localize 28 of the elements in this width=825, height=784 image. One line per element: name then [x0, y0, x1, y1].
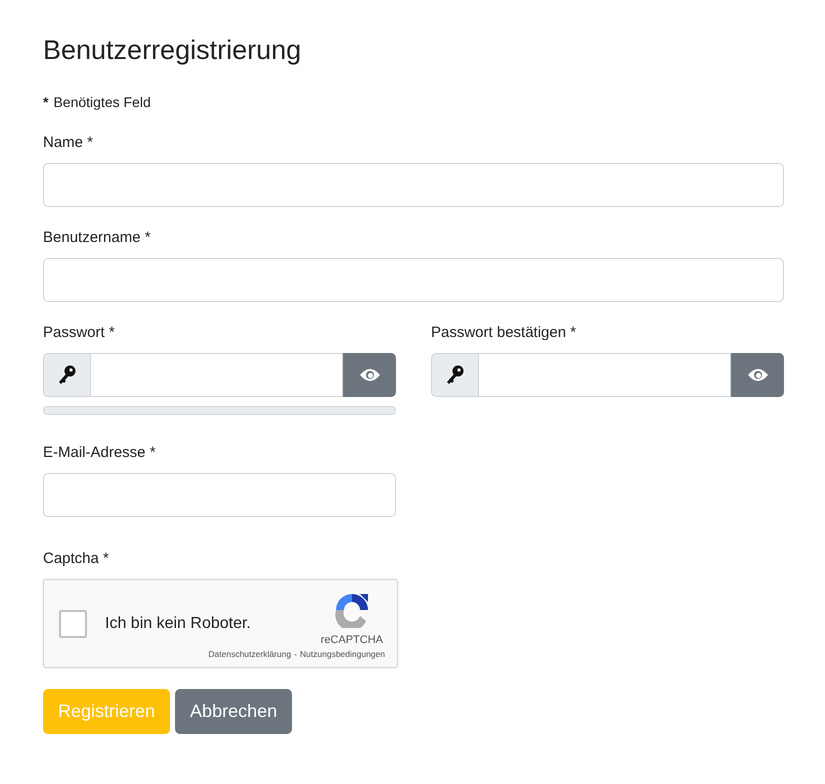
field-label: Passwort bestätigen * [431, 323, 576, 343]
required-note: Benötigtes Feld [53, 93, 151, 112]
show-password-button[interactable] [343, 353, 396, 397]
page-title: Benutzerregistrierung [43, 34, 302, 67]
email-field[interactable] [43, 473, 396, 517]
password-field[interactable] [478, 353, 731, 397]
password-field[interactable] [90, 353, 343, 397]
captcha-text: Ich bin kein Roboter. [105, 614, 251, 632]
link-separator: - [294, 649, 297, 659]
field-label: Name * [43, 133, 94, 153]
recaptcha-label: reCAPTCHA [320, 634, 383, 646]
eye-icon [746, 368, 768, 382]
show-password-button[interactable] [731, 353, 784, 397]
required-mark: * [43, 93, 48, 112]
input-field[interactable] [43, 258, 784, 302]
captcha-checkbox[interactable] [59, 610, 87, 638]
field-label: Passwort * [43, 323, 115, 343]
key-icon [58, 365, 76, 385]
terms-link[interactable]: Nutzungsbedingungen [300, 649, 385, 659]
input-field[interactable] [43, 163, 784, 207]
cancel-button[interactable]: Abbrechen [175, 689, 292, 734]
recaptcha-logo-icon [334, 592, 370, 628]
field-label: Benutzername * [43, 228, 151, 248]
eye-icon [358, 368, 380, 382]
field-label: E-Mail-Adresse * [43, 443, 156, 463]
key-icon [446, 365, 464, 385]
field-label: Captcha * [43, 549, 109, 569]
privacy-link[interactable]: Datenschutzerklärung [208, 649, 292, 659]
